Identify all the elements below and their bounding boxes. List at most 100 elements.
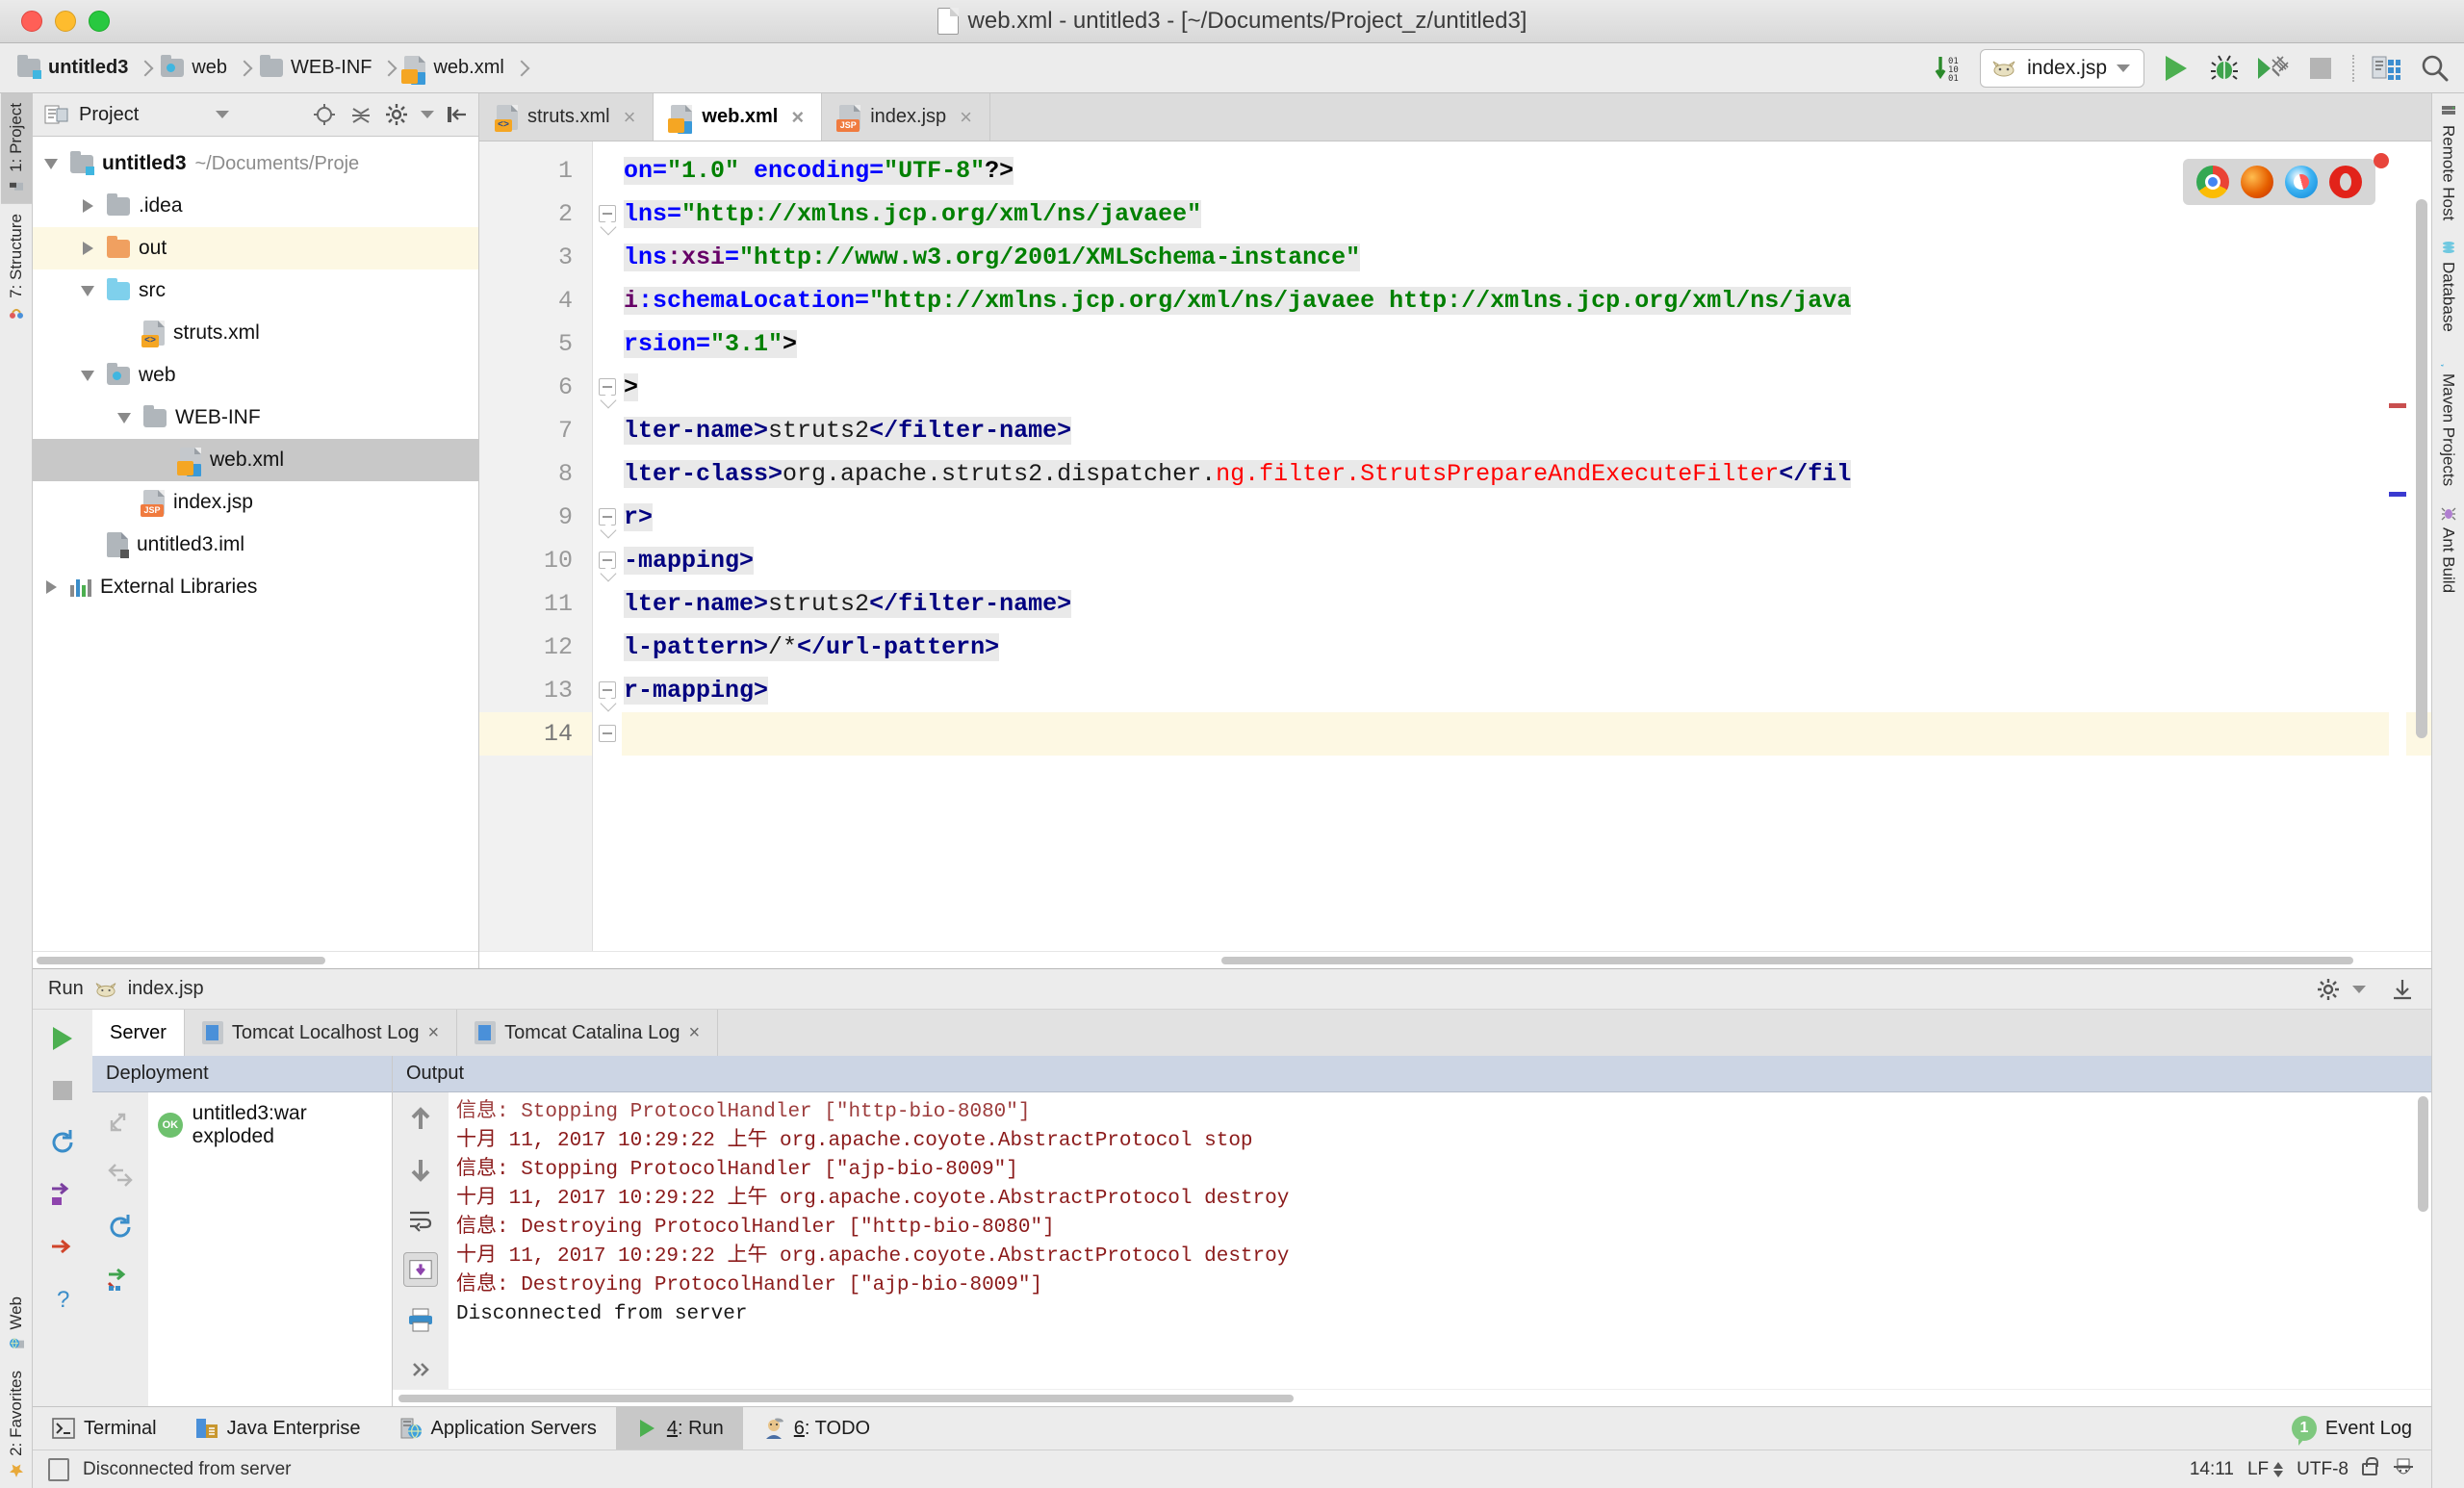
breadcrumb-item-untitled3[interactable]: untitled3 [17, 55, 132, 79]
line-number[interactable]: 11 [479, 582, 592, 626]
code-line[interactable]: r-mapping> [622, 669, 2431, 712]
scroll-down-icon[interactable] [403, 1152, 438, 1187]
encoding-selector[interactable]: UTF-8 [2297, 1459, 2348, 1480]
line-number[interactable]: 10 [479, 539, 592, 582]
tree-node-untitled3-iml[interactable]: untitled3.iml [33, 524, 478, 566]
fold-marker-icon[interactable] [599, 508, 616, 526]
run-with-coverage-button[interactable] [2256, 52, 2289, 85]
sidebar-item-database[interactable]: Database [2433, 230, 2464, 342]
console-horizontal-scrollbar[interactable] [393, 1389, 2431, 1406]
editor-tab-bar[interactable]: struts.xml × web.xml × index.jsp × [479, 93, 2431, 141]
hide-panel-icon[interactable] [444, 101, 471, 128]
sidebar-item-remote-host[interactable]: Remote Host [2433, 93, 2464, 230]
hector-inspection-icon[interactable] [2391, 1458, 2416, 1481]
tree-twisty-open-icon[interactable] [114, 413, 135, 423]
bottom-tab-4--run[interactable]: 4: Run [615, 1407, 743, 1450]
line-number[interactable]: 3 [479, 236, 592, 279]
expand-artifact-icon[interactable] [103, 1106, 138, 1141]
bottom-tab-application-servers[interactable]: Application Servers [380, 1407, 616, 1450]
sidebar-item-maven-projects[interactable]: m Maven Projects [2433, 342, 2464, 496]
redeploy-icon[interactable] [103, 1210, 138, 1244]
scroll-from-source-icon[interactable] [311, 101, 338, 128]
tree-node-index-jsp[interactable]: index.jsp [33, 481, 478, 524]
change-marker[interactable] [2389, 492, 2406, 497]
close-run-tab-icon[interactable]: × [427, 1022, 439, 1044]
run-configuration-selector[interactable]: index.jsp [1980, 48, 2144, 88]
code-line[interactable]: i:schemaLocation="http://xmlns.jcp.org/x… [622, 279, 2431, 322]
breadcrumb-item-webxml[interactable]: web.xml [401, 55, 507, 84]
editor-tab-struts-xml[interactable]: struts.xml × [479, 93, 654, 141]
search-everywhere-button[interactable] [2418, 52, 2451, 85]
bottom-tab-6--todo[interactable]: 6: TODO [743, 1407, 889, 1450]
sidebar-item-favorites[interactable]: 2: Favorites [1, 1361, 32, 1488]
sidebar-item-web[interactable]: Web [1, 1287, 32, 1362]
sidebar-item-structure[interactable]: 7: Structure [1, 204, 32, 330]
editor-tab-index-jsp[interactable]: index.jsp × [822, 93, 990, 141]
bottom-tool-tabs[interactable]: Terminal Java Enterprise Application Serve… [33, 1406, 2431, 1450]
line-number[interactable]: 14 [479, 712, 592, 756]
bottom-tab-terminal[interactable]: Terminal [33, 1407, 176, 1450]
line-number[interactable]: 4 [479, 279, 592, 322]
code-folding-column[interactable] [593, 141, 622, 951]
line-number[interactable]: 6 [479, 366, 592, 409]
deployment-item[interactable]: OK untitled3:war exploded [148, 1102, 392, 1148]
line-number[interactable]: 2 [479, 192, 592, 236]
tree-twisty-closed-icon[interactable] [40, 580, 62, 594]
fold-marker-icon[interactable] [599, 552, 616, 569]
sidebar-item-project[interactable]: 1: Project [0, 93, 32, 204]
rerun-button[interactable] [45, 1021, 80, 1056]
stop-button[interactable] [2304, 52, 2337, 85]
editor-horizontal-scrollbar[interactable] [479, 951, 2431, 968]
code-line[interactable]: > [622, 366, 2431, 409]
tree-node-external-libraries[interactable]: External Libraries [33, 566, 478, 608]
line-number[interactable]: 7 [479, 409, 592, 452]
fold-marker-icon[interactable] [599, 681, 616, 699]
run-tab-server[interactable]: Server [92, 1010, 185, 1056]
line-number[interactable]: 13 [479, 669, 592, 712]
project-view-chevron-down-icon[interactable] [216, 111, 230, 118]
update-project-icon[interactable]: 01 10 01 [1932, 52, 1964, 85]
tree-node-out[interactable]: out [33, 227, 478, 269]
code-line[interactable]: l-pattern>/*</url-pattern> [622, 626, 2431, 669]
status-bar-toggle-icon[interactable] [48, 1457, 69, 1481]
more-actions-icon[interactable] [403, 1352, 438, 1387]
scroll-up-icon[interactable] [403, 1102, 438, 1137]
run-tab-bar[interactable]: Server Tomcat Localhost Log × Tomcat Catali… [92, 1010, 2431, 1056]
code-line[interactable]: -mapping> [622, 539, 2431, 582]
line-separator-selector[interactable]: LF [2247, 1459, 2284, 1480]
error-status-icon[interactable] [2374, 153, 2389, 168]
code-line[interactable]: lter-name>struts2</filter-name> [622, 582, 2431, 626]
sidebar-item-ant-build[interactable]: Ant Build [2433, 496, 2464, 603]
project-tree[interactable]: untitled3 ~/Documents/Proje .idea out srcstr… [33, 137, 478, 951]
close-run-tab-icon[interactable]: × [688, 1022, 700, 1044]
line-number[interactable]: 8 [479, 452, 592, 496]
debug-button[interactable] [2208, 52, 2241, 85]
collapse-all-icon[interactable] [347, 101, 374, 128]
tree-node-untitled3[interactable]: untitled3 ~/Documents/Proje [33, 142, 478, 185]
run-button[interactable] [2160, 52, 2193, 85]
tree-twisty-open-icon[interactable] [77, 371, 98, 381]
line-number[interactable]: 5 [479, 322, 592, 366]
restart-button[interactable] [45, 1125, 80, 1160]
caret-position[interactable]: 14:11 [2190, 1459, 2234, 1480]
tree-node-web-xml[interactable]: web.xml [33, 439, 478, 481]
line-number[interactable]: 9 [479, 496, 592, 539]
breadcrumb-item-webinf[interactable]: WEB-INF [260, 55, 375, 79]
line-number[interactable]: 12 [479, 626, 592, 669]
tree-twisty-open-icon[interactable] [77, 286, 98, 296]
run-settings-gear-icon[interactable] [2316, 976, 2343, 1003]
breadcrumb-item-web[interactable]: web [161, 55, 231, 79]
stop-run-button[interactable] [45, 1073, 80, 1108]
code-line[interactable]: r> [622, 496, 2431, 539]
error-marker-strip[interactable] [2389, 141, 2406, 951]
event-log-button[interactable]: 1 Event Log [2272, 1407, 2431, 1450]
print-icon[interactable] [403, 1302, 438, 1337]
editor-vertical-scrollbar[interactable] [2416, 199, 2427, 738]
collapse-artifact-icon[interactable] [103, 1158, 138, 1193]
bottom-tab-java-enterprise[interactable]: Java Enterprise [176, 1407, 380, 1450]
tree-twisty-closed-icon[interactable] [77, 242, 98, 255]
deployment-list[interactable]: OK untitled3:war exploded [148, 1092, 392, 1406]
inspect-code-button[interactable] [2370, 52, 2402, 85]
close-tab-icon[interactable]: × [960, 105, 972, 130]
update-resources-icon[interactable] [103, 1262, 138, 1296]
